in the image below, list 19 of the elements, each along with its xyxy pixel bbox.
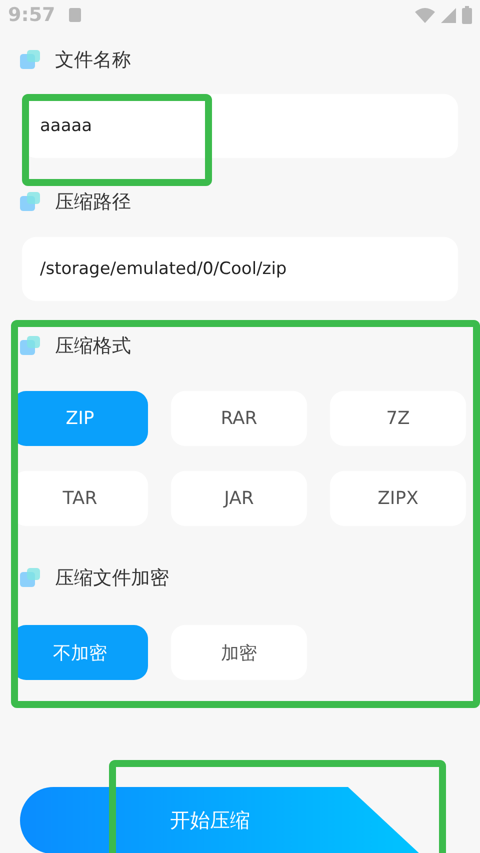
option-button[interactable]: JAR	[171, 471, 307, 526]
section-icon	[20, 336, 40, 356]
signal-icon	[441, 8, 456, 22]
status-time: 9:57	[8, 4, 56, 26]
section-label: 压缩格式	[55, 334, 131, 359]
section-icon	[20, 50, 40, 70]
notification-icon	[69, 8, 82, 22]
section-label: 压缩文件加密	[55, 566, 169, 591]
section-icon	[20, 192, 40, 212]
section-label: 文件名称	[55, 48, 131, 73]
option-button[interactable]: ZIPX	[330, 471, 466, 526]
section-label: 压缩路径	[55, 190, 131, 215]
option-button[interactable]: RAR	[171, 391, 307, 446]
option-button[interactable]: 加密	[171, 625, 307, 680]
battery-icon	[462, 6, 472, 24]
wifi-icon	[415, 8, 435, 22]
input-field[interactable]: /storage/emulated/0/Cool/zip	[22, 237, 458, 301]
section-icon	[20, 568, 40, 588]
option-button[interactable]: 7Z	[330, 391, 466, 446]
